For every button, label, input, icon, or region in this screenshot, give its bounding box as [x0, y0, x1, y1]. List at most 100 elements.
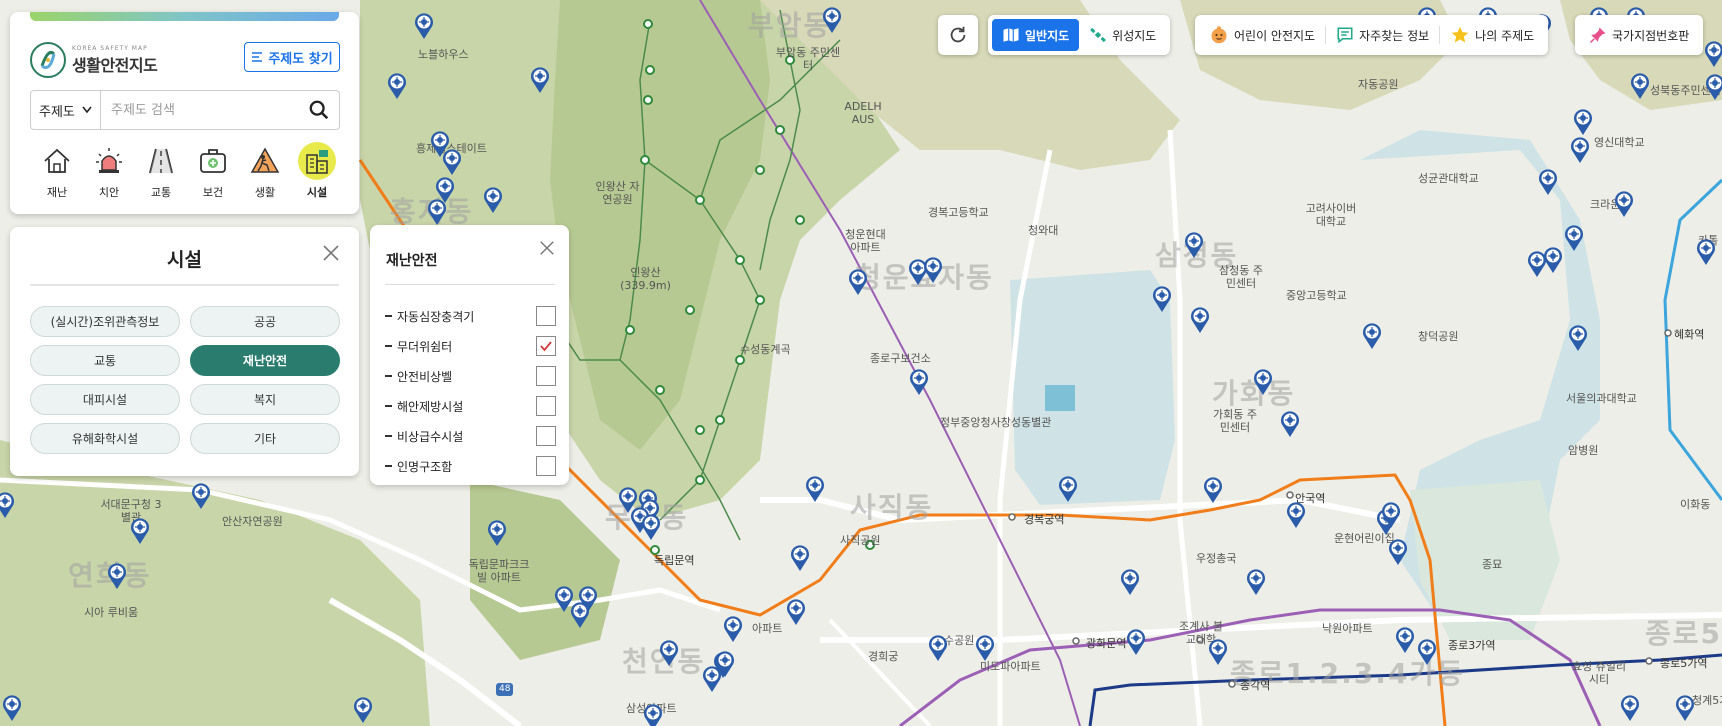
heat-shelter-pin-icon[interactable]	[922, 256, 944, 284]
heat-shelter-pin-icon[interactable]	[1613, 190, 1635, 218]
facility-hazmat-button[interactable]: 유해화학시설	[30, 423, 180, 454]
search-input[interactable]	[101, 91, 299, 129]
heat-shelter-pin-icon[interactable]	[352, 696, 374, 724]
checkbox[interactable]	[536, 456, 556, 476]
category-disaster[interactable]: 재난	[38, 142, 76, 200]
heat-shelter-pin-icon[interactable]	[1245, 568, 1267, 596]
heat-shelter-pin-icon[interactable]	[1674, 694, 1696, 722]
heat-shelter-pin-icon[interactable]	[426, 198, 448, 226]
close-icon[interactable]	[538, 239, 556, 257]
heat-shelter-pin-icon[interactable]	[1537, 168, 1559, 196]
heat-shelter-pin-icon[interactable]	[1252, 368, 1274, 396]
heat-shelter-pin-icon[interactable]	[1703, 40, 1722, 68]
heat-shelter-pin-icon[interactable]	[569, 601, 591, 629]
heat-shelter-pin-icon[interactable]	[722, 615, 744, 643]
heat-shelter-pin-icon[interactable]	[386, 72, 408, 100]
close-icon[interactable]	[321, 243, 341, 263]
heat-shelter-pin-icon[interactable]	[1, 694, 23, 722]
heat-shelter-pin-icon[interactable]	[441, 148, 463, 176]
heat-shelter-pin-icon[interactable]	[1695, 238, 1717, 266]
checkbox[interactable]	[536, 306, 556, 326]
heat-shelter-pin-icon[interactable]	[1151, 285, 1173, 313]
frequent-info-button[interactable]: 자주찾는 정보	[1326, 19, 1439, 51]
list-item-safety-bell[interactable]: 안전비상벨	[385, 361, 556, 391]
my-theme-button[interactable]: 나의 주제도	[1440, 19, 1544, 51]
search-button[interactable]	[299, 91, 339, 129]
heat-shelter-pin-icon[interactable]	[1387, 538, 1409, 566]
find-theme-button[interactable]: 주제도 찾기	[244, 42, 340, 72]
heat-shelter-pin-icon[interactable]	[1361, 322, 1383, 350]
heat-shelter-pin-icon[interactable]	[106, 562, 128, 590]
facility-public-button[interactable]: 공공	[190, 306, 340, 337]
heat-shelter-pin-icon[interactable]	[789, 544, 811, 572]
heat-shelter-pin-icon[interactable]	[1704, 73, 1722, 101]
heat-shelter-pin-icon[interactable]	[1285, 501, 1307, 529]
list-item-heat-shelter[interactable]: 무더위쉼터	[385, 331, 556, 361]
heat-shelter-pin-icon[interactable]	[1057, 475, 1079, 503]
heat-shelter-pin-icon[interactable]	[1119, 568, 1141, 596]
list-item-seawall[interactable]: 해안제방시설	[385, 391, 556, 421]
child-safety-map-button[interactable]: 어린이 안전지도	[1199, 19, 1325, 51]
facility-disaster-safety-button[interactable]: 재난안전	[190, 345, 340, 376]
heat-shelter-pin-icon[interactable]	[129, 517, 151, 545]
heat-shelter-pin-icon[interactable]	[1207, 638, 1229, 666]
list-item-rescue-box[interactable]: 인명구조함	[385, 451, 556, 481]
category-health[interactable]: 보건	[194, 142, 232, 200]
heat-shelter-pin-icon[interactable]	[482, 186, 504, 214]
heat-shelter-pin-icon[interactable]	[529, 66, 551, 94]
heat-shelter-pin-icon[interactable]	[1416, 638, 1438, 666]
category-life[interactable]: 생활	[246, 142, 284, 200]
heat-shelter-pin-icon[interactable]	[190, 482, 212, 510]
heat-shelter-pin-icon[interactable]	[1572, 108, 1594, 136]
heat-shelter-pin-icon[interactable]	[1189, 306, 1211, 334]
list-item-aed[interactable]: 자동심장충격기	[385, 301, 556, 331]
heat-shelter-pin-icon[interactable]	[1629, 72, 1651, 100]
heat-shelter-pin-icon[interactable]	[1569, 136, 1591, 164]
heat-shelter-pin-icon[interactable]	[908, 368, 930, 396]
national-point-number-button[interactable]: 국가지점번호판	[1575, 15, 1704, 55]
checkbox-checked[interactable]	[536, 336, 556, 356]
heat-shelter-pin-icon[interactable]	[714, 650, 736, 678]
category-facility[interactable]: 시설	[298, 142, 336, 200]
general-map-button[interactable]: 일반지도	[992, 19, 1080, 51]
satellite-map-button[interactable]: 위성지도	[1079, 19, 1166, 51]
heat-shelter-pin-icon[interactable]	[1563, 224, 1585, 252]
map-label: 우정총국	[1196, 552, 1237, 565]
heat-shelter-pin-icon[interactable]	[1380, 501, 1402, 529]
heat-shelter-pin-icon[interactable]	[1279, 410, 1301, 438]
heat-shelter-pin-icon[interactable]	[821, 6, 843, 34]
heat-shelter-pin-icon[interactable]	[1394, 626, 1416, 654]
heat-shelter-pin-icon[interactable]	[1125, 628, 1147, 656]
heat-shelter-pin-icon[interactable]	[927, 634, 949, 662]
heat-shelter-pin-icon[interactable]	[658, 639, 680, 667]
search-type-select[interactable]: 주제도	[31, 91, 101, 129]
facility-welfare-button[interactable]: 복지	[190, 384, 340, 415]
heat-shelter-pin-icon[interactable]	[974, 634, 996, 662]
heat-shelter-pin-icon[interactable]	[0, 491, 16, 519]
facility-shelter-button[interactable]: 대피시설	[30, 384, 180, 415]
category-security[interactable]: 치안	[90, 142, 128, 200]
heat-shelter-pin-icon[interactable]	[1619, 694, 1641, 722]
heat-shelter-pin-icon[interactable]	[413, 12, 435, 40]
category-traffic[interactable]: 교통	[142, 142, 180, 200]
heat-shelter-pin-icon[interactable]	[1567, 324, 1589, 352]
heat-shelter-pin-icon[interactable]	[1542, 246, 1564, 274]
heat-shelter-pin-icon[interactable]	[486, 519, 508, 547]
heat-shelter-pin-icon[interactable]	[1183, 231, 1205, 259]
checkbox[interactable]	[536, 396, 556, 416]
list-item-emergency-water[interactable]: 비상급수시설	[385, 421, 556, 451]
heat-shelter-pin-icon[interactable]	[642, 703, 664, 726]
facility-traffic-button[interactable]: 교통	[30, 345, 180, 376]
panel-gradient-bar	[30, 12, 339, 21]
checkbox[interactable]	[536, 366, 556, 386]
logo[interactable]: KOREA SAFETY MAP 생활안전지도	[30, 42, 158, 78]
heat-shelter-pin-icon[interactable]	[847, 268, 869, 296]
heat-shelter-pin-icon[interactable]	[1202, 476, 1224, 504]
heat-shelter-pin-icon[interactable]	[640, 513, 662, 541]
facility-other-button[interactable]: 기타	[190, 423, 340, 454]
refresh-button[interactable]	[938, 15, 978, 55]
checkbox[interactable]	[536, 426, 556, 446]
heat-shelter-pin-icon[interactable]	[804, 475, 826, 503]
heat-shelter-pin-icon[interactable]	[785, 598, 807, 626]
facility-tide-button[interactable]: (실시간)조위관측정보	[30, 306, 180, 337]
